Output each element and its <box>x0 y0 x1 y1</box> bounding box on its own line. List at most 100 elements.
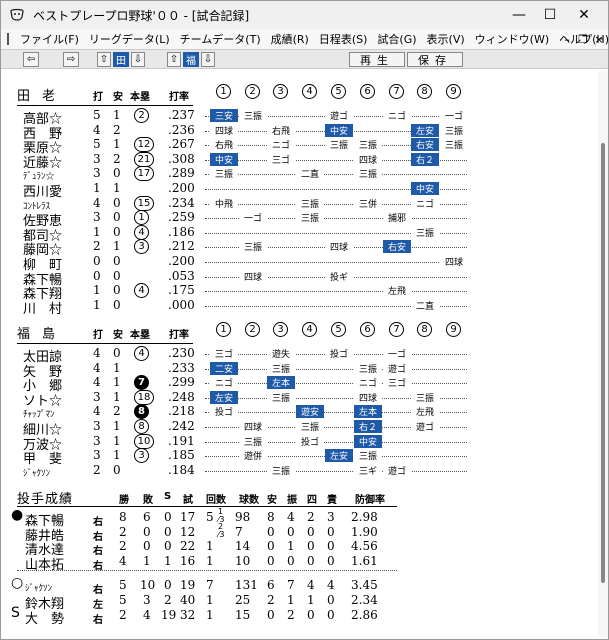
player-name: 西川愛 <box>23 185 63 200</box>
pitch-stat: 10 <box>140 578 156 593</box>
mdi-minimize-icon[interactable]: – <box>559 31 575 47</box>
col-header-hr: 本塁 <box>130 330 150 341</box>
player-avg: .191 <box>168 433 195 448</box>
at-bat-result: 投ゴ <box>325 347 353 360</box>
pitch-stat: 0 <box>267 524 275 539</box>
away-down-arrow-icon[interactable]: ⇩ <box>201 52 215 67</box>
document-icon[interactable] <box>7 33 9 45</box>
at-bat-result: 三振 <box>354 167 382 181</box>
inning-header-8: 8 <box>417 84 432 99</box>
replay-button[interactable]: 再生 <box>349 52 405 67</box>
scrollbar-thumb[interactable] <box>601 143 605 583</box>
prev-arrow-icon[interactable]: ⇦ <box>23 52 39 67</box>
inning-header-1: 1 <box>216 84 231 99</box>
at-bat-result: 三振 <box>440 123 468 137</box>
pitch-stat: 2 <box>287 607 295 622</box>
pitch-stat: 6 <box>267 578 275 593</box>
player-ab: 1 <box>93 224 101 239</box>
at-bat-result: 右２ <box>354 420 382 433</box>
player-ab: 1 <box>93 283 101 298</box>
menu-league-data[interactable]: リーグデータ(L) <box>84 31 175 47</box>
pitch-stat: 2 <box>119 539 127 554</box>
pitch-stat: 0 <box>267 539 275 554</box>
at-bat-result: 左飛 <box>411 405 439 419</box>
player-avg: .212 <box>168 239 195 254</box>
at-bat-result: 遊ゴ <box>383 463 411 477</box>
pitch-stat: 19 <box>161 607 177 622</box>
inning-header-3: 3 <box>273 84 288 99</box>
menu-view[interactable]: 表示(V) <box>422 31 470 47</box>
player-avg: .175 <box>168 283 195 298</box>
at-bat-result: 捕邪 <box>383 211 411 225</box>
player-hits: 1 <box>113 181 121 195</box>
at-bat-result: 三振 <box>440 138 468 152</box>
pitching-title: 投手成績 <box>17 492 74 507</box>
home-down-arrow-icon[interactable]: ⇩ <box>131 52 145 67</box>
away-up-arrow-icon[interactable]: ⇧ <box>167 52 181 67</box>
decision-marker: S <box>11 604 20 621</box>
player-ab: 3 <box>93 166 101 181</box>
player-hits: 0 <box>113 268 121 283</box>
at-bat-result: 投ギ <box>325 269 353 283</box>
at-bat-result: 三安 <box>210 109 238 122</box>
at-bat-result: 遊ゴ <box>325 109 353 122</box>
app-window: ベストプレープロ野球'００ - [試合記録] — ☐ ✕ ファイル(F) リーグ… <box>0 0 609 640</box>
at-bat-result: ニゴ <box>210 376 238 390</box>
player-avg: .218 <box>168 404 195 419</box>
menu-schedule[interactable]: 日程表(S) <box>314 31 373 47</box>
team-name: 福島 <box>17 327 68 342</box>
away-team-button[interactable]: 福 <box>183 52 199 67</box>
at-bat-result: 左安 <box>411 123 439 137</box>
pitch-ip: 1 <box>206 553 214 568</box>
inning-header-2: 2 <box>245 322 260 337</box>
row-dotted-guide <box>205 383 467 385</box>
mdi-close-icon[interactable]: × <box>591 31 607 47</box>
save-button[interactable]: 保存 <box>407 52 463 67</box>
player-ab: 3 <box>93 210 101 225</box>
at-bat-result: 左飛 <box>383 284 411 298</box>
pitch-col-header: S <box>164 491 172 502</box>
player-ab: 2 <box>93 239 101 254</box>
pitch-stat: 8 <box>119 510 127 524</box>
at-bat-result: 三ゴ <box>383 376 411 390</box>
pitch-col-header: 球数 <box>239 495 259 506</box>
player-hits: 0 <box>113 210 121 225</box>
vertical-scrollbar[interactable] <box>598 71 608 637</box>
window-title: ベストプレープロ野球'００ - [試合記録] <box>33 8 250 23</box>
player-ab: 3 <box>93 151 101 166</box>
pitch-stat: 4 <box>143 607 151 622</box>
home-up-arrow-icon[interactable]: ⇧ <box>97 52 111 67</box>
menu-file[interactable]: ファイル(F) <box>15 31 84 47</box>
pitch-stat: 0 <box>164 578 172 593</box>
at-bat-result: 四球 <box>239 420 267 433</box>
pitch-stat: 0 <box>143 524 151 539</box>
next-arrow-icon[interactable]: ⇨ <box>63 52 79 67</box>
pitch-stat: 0 <box>307 539 315 554</box>
at-bat-result: 一ゴ <box>440 109 468 122</box>
at-bat-result: 遊失 <box>267 347 295 360</box>
player-hr-badge: 17 <box>134 166 154 182</box>
player-avg: .184 <box>168 462 195 477</box>
player-hits: 1 <box>113 137 121 152</box>
at-bat-result: 三ゴ <box>267 152 295 166</box>
menu-window[interactable]: ウィンドウ(W) <box>470 31 554 47</box>
home-team-button[interactable]: 田 <box>113 52 129 67</box>
menu-stats[interactable]: 成績(R) <box>266 31 314 47</box>
player-name: ｼﾞｬｸｿﾝ <box>23 468 51 479</box>
pitch-stat: 1 <box>287 539 295 554</box>
pitch-stat: 1 <box>143 553 151 568</box>
close-button[interactable]: ✕ <box>561 1 607 29</box>
pitch-col-header: 試 <box>183 495 193 506</box>
player-hits: 0 <box>113 166 121 181</box>
pitch-stat: 0 <box>307 607 315 622</box>
menu-team-data[interactable]: チームデータ(T) <box>175 31 266 47</box>
at-bat-result: 三振 <box>354 449 382 463</box>
player-hits: 1 <box>113 419 121 433</box>
player-ab: 2 <box>93 462 101 477</box>
pitch-col-header: 回数 <box>206 495 226 506</box>
pitch-stat: 0 <box>267 607 275 622</box>
at-bat-result: 中安 <box>325 123 353 137</box>
mdi-restore-icon[interactable]: ❐ <box>575 31 591 47</box>
menu-game[interactable]: 試合(G) <box>372 31 421 47</box>
pitch-stat: 0 <box>307 553 315 568</box>
